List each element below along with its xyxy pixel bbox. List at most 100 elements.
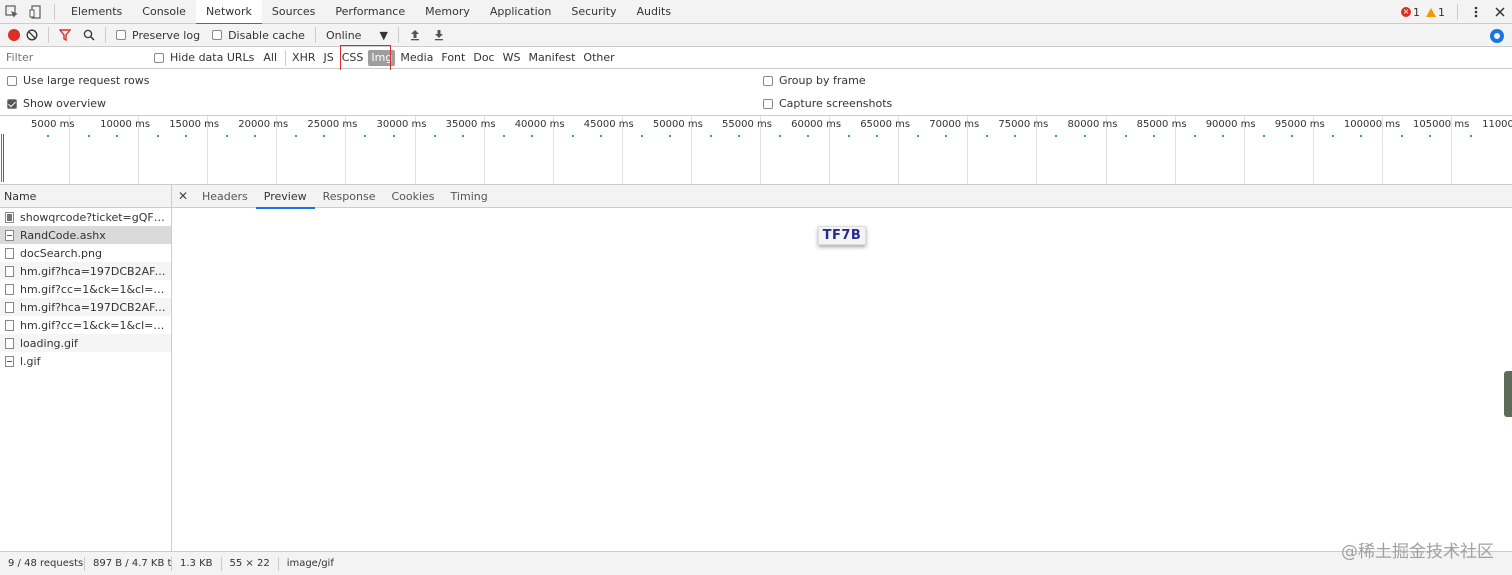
request-row[interactable]: l.gif (0, 352, 171, 370)
tab-application[interactable]: Application (480, 0, 561, 24)
detail-tab-response[interactable]: Response (315, 185, 384, 208)
request-row[interactable]: docSearch.png (0, 244, 171, 262)
record-button[interactable] (8, 29, 20, 41)
preserve-log-checkbox[interactable]: Preserve log (116, 29, 200, 42)
settings-gear-icon[interactable] (1490, 29, 1504, 43)
tab-memory[interactable]: Memory (415, 0, 480, 24)
group-by-frame-checkbox[interactable]: Group by frame (763, 74, 866, 87)
request-row[interactable]: RandCode.ashx (0, 226, 171, 244)
timeline-request-dot (599, 135, 602, 137)
export-har-icon[interactable] (427, 24, 451, 46)
timeline-request-dot (392, 135, 395, 137)
request-row[interactable]: hm.gif?cc=1&ck=1&cl=24-bit... (0, 316, 171, 334)
request-name: hm.gif?cc=1&ck=1&cl=24-bit... (20, 318, 170, 332)
request-name: RandCode.ashx (20, 228, 106, 242)
timeline-tick-label: 35000 ms (445, 119, 496, 130)
detail-tab-timing[interactable]: Timing (443, 185, 496, 208)
tab-sources[interactable]: Sources (262, 0, 326, 24)
filter-icon[interactable] (53, 24, 77, 46)
throttling-select[interactable]: Online ▼ (326, 29, 388, 42)
large-rows-checkbox[interactable]: Use large request rows (7, 74, 149, 87)
network-overview-timeline[interactable]: 5000 ms 10000 ms 15000 ms 20000 ms 25000 ms 3… (0, 116, 1512, 185)
error-count-badge[interactable]: × 1 (1401, 6, 1420, 19)
import-har-icon[interactable] (403, 24, 427, 46)
filter-type-doc[interactable]: Doc (470, 50, 497, 66)
search-icon[interactable] (77, 24, 101, 46)
filter-input[interactable] (4, 48, 150, 67)
tab-performance[interactable]: Performance (325, 0, 415, 24)
side-scroll-handle[interactable] (1504, 371, 1512, 417)
tab-network[interactable]: Network (195, 0, 262, 25)
tab-console[interactable]: Console (132, 0, 196, 24)
detail-tab-preview[interactable]: Preview (255, 185, 315, 209)
timeline-request-dot (986, 135, 989, 137)
tab-separator (54, 3, 55, 20)
request-row[interactable]: showqrcode?ticket=gQF48Dw... (0, 208, 171, 226)
tab-security[interactable]: Security (561, 0, 626, 24)
filter-type-ws[interactable]: WS (500, 50, 524, 66)
tabbar-right: × 1 1 (1401, 0, 1512, 24)
clear-icon[interactable] (20, 24, 44, 46)
close-detail-icon[interactable]: ✕ (172, 189, 194, 203)
capture-screenshots-checkbox[interactable]: Capture screenshots (763, 97, 892, 110)
checkbox-box[interactable] (7, 75, 17, 86)
checkbox-box[interactable] (7, 98, 17, 109)
name-column-header[interactable]: Name (0, 185, 171, 208)
warning-count-badge[interactable]: 1 (1426, 6, 1445, 19)
checkbox-box[interactable] (763, 75, 773, 86)
checkbox-box[interactable] (212, 30, 223, 40)
timeline-request-dot (116, 135, 119, 137)
timeline-tick-label: 90000 ms (1205, 119, 1256, 130)
filter-type-xhr[interactable]: XHR (289, 50, 318, 66)
timeline-request-dot (1124, 135, 1127, 137)
hide-data-urls-label: Hide data URLs (170, 51, 255, 64)
timeline-request-dot (226, 135, 229, 137)
timeline-tick-label: 10000 ms (100, 119, 151, 130)
checkbox-box[interactable] (154, 52, 164, 63)
timeline-request-dot (364, 135, 367, 137)
timeline-tick-label: 100000 ms (1343, 119, 1401, 130)
timeline-tick-label: 85000 ms (1136, 119, 1187, 130)
timeline-request-dot (640, 135, 643, 137)
timeline-request-dot (1331, 135, 1334, 137)
request-detail-pane: ✕ Headers Preview Response Cookies Timin… (172, 185, 1512, 551)
filter-type-media[interactable]: Media (397, 50, 436, 66)
filter-type-font[interactable]: Font (438, 50, 468, 66)
search-image-icon (5, 247, 14, 259)
filter-type-manifest[interactable]: Manifest (525, 50, 578, 66)
warning-icon (1426, 7, 1436, 17)
request-row[interactable]: hm.gif?hca=197DCB2AFAE44A... (0, 262, 171, 280)
timeline-tick-label: 20000 ms (238, 119, 289, 130)
checkbox-box[interactable] (763, 98, 773, 109)
toolbar-divider (314, 27, 316, 43)
tab-separator (1457, 4, 1458, 20)
network-toolbar: Preserve log Disable cache Online ▼ (0, 24, 1512, 47)
filter-type-js[interactable]: JS (321, 50, 337, 66)
toolbar-divider (397, 27, 399, 43)
checkbox-box[interactable] (116, 30, 126, 40)
disable-cache-checkbox[interactable]: Disable cache (212, 29, 305, 42)
timeline-tick-label: 80000 ms (1067, 119, 1118, 130)
request-row[interactable]: loading.gif (0, 334, 171, 352)
filter-type-other[interactable]: Other (580, 50, 617, 66)
detail-tab-cookies[interactable]: Cookies (383, 185, 442, 208)
request-name: showqrcode?ticket=gQF48Dw... (20, 210, 170, 224)
filter-type-all[interactable]: All (260, 50, 280, 66)
error-icon: × (1401, 7, 1411, 17)
inspect-element-icon[interactable] (0, 0, 24, 24)
hide-data-urls-checkbox[interactable]: Hide data URLs (154, 51, 254, 64)
detail-tab-headers[interactable]: Headers (194, 185, 256, 208)
timeline-tick-label: 15000 ms (169, 119, 220, 130)
request-row[interactable]: hm.gif?cc=1&ck=1&cl=24-bit... (0, 280, 171, 298)
blank-file-icon (5, 265, 14, 277)
device-toolbar-icon[interactable] (24, 0, 48, 24)
tab-audits[interactable]: Audits (627, 0, 682, 24)
more-options-icon[interactable] (1464, 0, 1488, 24)
tab-elements[interactable]: Elements (61, 0, 132, 24)
timeline-request-dot (1014, 135, 1017, 137)
show-overview-checkbox[interactable]: Show overview (7, 97, 106, 110)
request-row[interactable]: hm.gif?hca=197DCB2AFAE44A... (0, 298, 171, 316)
document-file-icon (5, 229, 14, 241)
timeline-request-dot (1152, 135, 1155, 137)
close-devtools-icon[interactable] (1488, 0, 1512, 24)
